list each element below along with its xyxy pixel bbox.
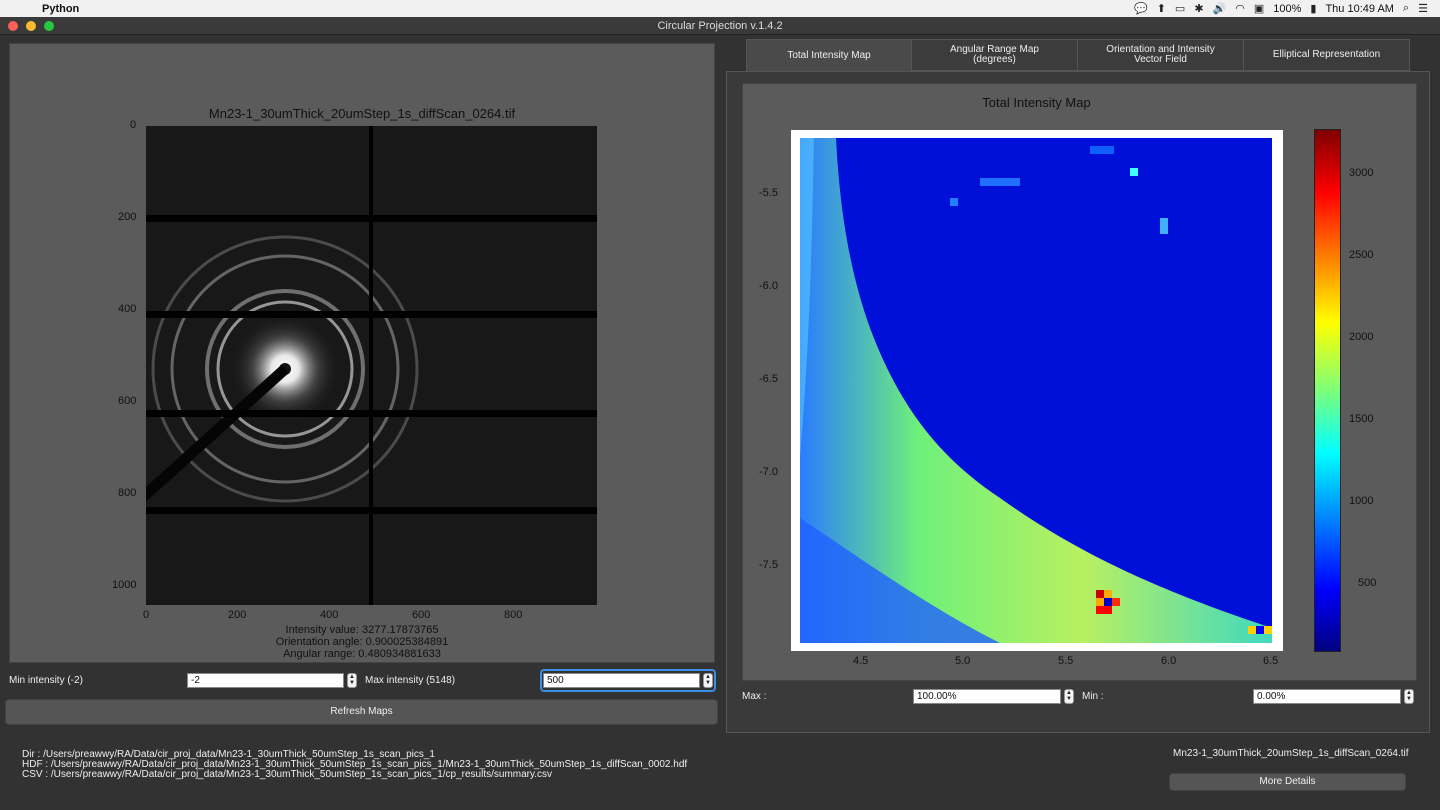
intensity-controls: Min intensity (-2) ▲▼ Max intensity (514… [0, 669, 720, 692]
tab-label: Total Intensity Map [787, 49, 871, 61]
file-paths: Dir : /Users/preawwy/RA/Data/cir_proj_da… [22, 750, 687, 780]
map-tabs: Total Intensity Map Angular Range Map (de… [746, 39, 1410, 72]
tab-orientation-vector-field[interactable]: Orientation and Intensity Vector Field [1078, 39, 1244, 71]
tab-total-intensity-map[interactable]: Total Intensity Map [746, 39, 912, 72]
map-min-label: Min : [1082, 691, 1104, 702]
list-icon[interactable]: ☰ [1418, 2, 1428, 15]
tab-label: Elliptical Representation [1272, 49, 1381, 60]
battery-icon[interactable]: ▮ [1310, 2, 1316, 15]
colorbar-tick: 2000 [1349, 331, 1374, 343]
window-controls [8, 21, 54, 31]
map-max-stepper[interactable]: ▲ ▼ [1064, 689, 1074, 704]
current-filename: Mn23-1_30umThick_20umStep_1s_diffScan_02… [1173, 748, 1409, 759]
zoom-button[interactable] [44, 21, 54, 31]
y-tick: 600 [118, 395, 137, 407]
notes-icon[interactable]: ▣ [1254, 2, 1264, 15]
refresh-maps-button[interactable]: Refresh Maps [5, 699, 718, 725]
map-y-tick: -7.5 [759, 559, 778, 571]
clock[interactable]: Thu 10:49 AM [1325, 3, 1394, 15]
apple-icon[interactable] [14, 2, 28, 16]
map-x-tick: 4.5 [853, 655, 869, 667]
colorbar [1314, 129, 1341, 652]
close-button[interactable] [8, 21, 18, 31]
app-name[interactable]: Python [42, 3, 79, 15]
window-title: Circular Projection v.1.4.2 [657, 20, 783, 32]
status-area: 💬 ⬆ ▭ ✱ 🔊 ◠ ▣ 100% ▮ Thu 10:49 AM ⌕ ☰ [1134, 2, 1440, 15]
map-panel: Total Intensity Map 3000 2500 2000 1500 … [726, 71, 1430, 733]
chat-icon[interactable]: 💬 [1134, 2, 1148, 15]
map-y-tick: -5.5 [759, 187, 778, 199]
tab-label: Orientation and Intensity Vector Field [1106, 44, 1215, 65]
tab-label: Angular Range Map (degrees) [950, 44, 1039, 65]
map-y-tick: -7.0 [759, 466, 778, 478]
min-intensity-label: Min intensity (-2) [9, 675, 83, 686]
map-x-tick: 6.0 [1161, 655, 1177, 667]
y-tick: 1000 [112, 579, 137, 591]
map-y-tick: -6.0 [759, 280, 778, 292]
diffraction-image-svg [146, 126, 597, 605]
y-tick: 0 [130, 119, 137, 131]
diffraction-image[interactable] [146, 126, 597, 605]
map-frame [791, 130, 1283, 651]
y-tick: 800 [118, 487, 137, 499]
max-intensity-label: Max intensity (5148) [365, 675, 456, 686]
wifi-icon[interactable]: ◠ [1235, 2, 1245, 15]
x-tick: 600 [412, 609, 431, 621]
map-y-tick: -6.5 [759, 373, 778, 385]
min-intensity-input[interactable] [187, 673, 344, 688]
x-tick: 800 [504, 609, 523, 621]
x-tick: 0 [143, 609, 150, 621]
x-tick: 400 [320, 609, 339, 621]
map-x-tick: 5.5 [1058, 655, 1074, 667]
colorbar-tick: 500 [1358, 577, 1377, 589]
tab-elliptical-representation[interactable]: Elliptical Representation [1244, 39, 1410, 71]
max-intensity-stepper[interactable]: ▲ ▼ [703, 673, 713, 688]
airplay-icon[interactable]: ▭ [1175, 2, 1185, 15]
upload-icon[interactable]: ⬆ [1157, 2, 1166, 15]
volume-icon[interactable]: 🔊 [1213, 2, 1227, 15]
csv-path: CSV : /Users/preawwy/RA/Data/cir_proj_da… [22, 769, 553, 780]
y-tick: 400 [118, 303, 137, 315]
angular-range: Angular range: 0.480934881633 [283, 648, 441, 660]
min-intensity-stepper[interactable]: ▲ ▼ [347, 673, 357, 688]
battery-percent[interactable]: 100% [1273, 3, 1301, 15]
y-tick: 200 [118, 211, 137, 223]
map-min-input[interactable] [1253, 689, 1401, 704]
main-window: Mn23-1_30umThick_20umStep_1s_diffScan_02… [0, 35, 1440, 810]
colorbar-tick: 2500 [1349, 249, 1374, 261]
intensity-heatmap[interactable] [800, 138, 1272, 643]
map-x-tick: 6.5 [1263, 655, 1279, 667]
menu-bar: Python 💬 ⬆ ▭ ✱ 🔊 ◠ ▣ 100% ▮ Thu 10:49 AM… [0, 0, 1440, 17]
more-details-button[interactable]: More Details [1169, 773, 1406, 791]
window-titlebar: Circular Projection v.1.4.2 [0, 17, 1440, 35]
diffraction-image-panel: Mn23-1_30umThick_20umStep_1s_diffScan_02… [9, 43, 715, 663]
map-x-tick: 5.0 [955, 655, 971, 667]
colorbar-tick: 1500 [1349, 413, 1374, 425]
heatmap-svg [800, 138, 1272, 643]
colorbar-tick: 3000 [1349, 167, 1374, 179]
map-title: Total Intensity Map [982, 95, 1091, 110]
image-title: Mn23-1_30umThick_20umStep_1s_diffScan_02… [208, 106, 516, 121]
map-min-stepper[interactable]: ▲ ▼ [1404, 689, 1414, 704]
intensity-value: Intensity value: 3277.17873765 [285, 624, 439, 636]
orientation-angle: Orientation angle: 0.900025384891 [275, 636, 449, 648]
minimize-button[interactable] [26, 21, 36, 31]
map-max-input[interactable] [913, 689, 1061, 704]
max-intensity-input[interactable] [543, 673, 700, 688]
map-max-label: Max : [742, 691, 767, 702]
search-icon[interactable]: ⌕ [1403, 2, 1409, 15]
bluetooth-icon[interactable]: ✱ [1194, 2, 1203, 15]
x-tick: 200 [228, 609, 247, 621]
map-canvas: Total Intensity Map 3000 2500 2000 1500 … [742, 83, 1417, 681]
tab-angular-range-map[interactable]: Angular Range Map (degrees) [912, 39, 1078, 71]
colorbar-tick: 1000 [1349, 495, 1374, 507]
